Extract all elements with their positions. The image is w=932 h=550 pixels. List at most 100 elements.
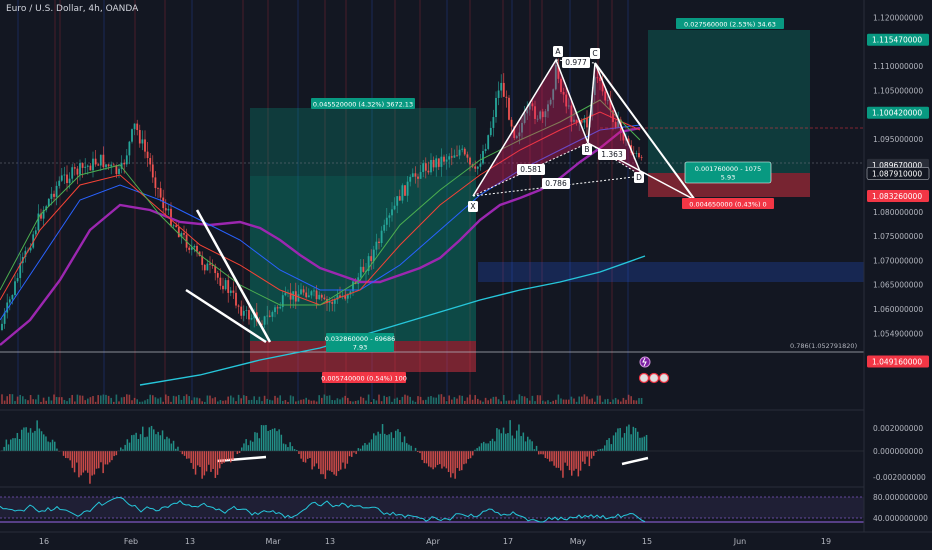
volume-bar [432,397,435,404]
volume-bar [599,395,601,404]
volume-bar [284,400,287,404]
candle-body [159,188,162,198]
candle-body [58,180,61,186]
candle-body [328,302,331,303]
macd-bar [5,439,8,451]
macd-bar [326,451,329,471]
candle-body [383,224,386,231]
macd-bar [557,451,560,468]
candle-body [55,185,58,197]
volume-bar [248,400,250,404]
volume-bar [536,395,539,404]
volume-bar [336,398,339,404]
volume-bar [22,396,24,404]
macd-bar [87,451,89,473]
volume-bar [557,394,560,404]
macd-bar [573,451,575,471]
volume-bar [1,394,3,404]
macd-bar [38,428,41,451]
trading-chart[interactable]: X A B C D 0.581 0.977 1.363 0.786 0.045520000 (4… [0,0,932,550]
volume-bar [193,397,196,404]
volume-bar [292,396,294,404]
macd-bar [80,451,82,476]
macd-bar [443,451,445,467]
volume-bar [451,399,453,404]
candle-body [427,170,430,173]
volume-bar [640,397,643,404]
symbol-title: Euro / U.S. Dollar, 4h, OANDA [6,4,139,14]
candle-body [417,176,419,179]
volume-bar [84,400,86,404]
candle-body [232,290,235,293]
volume-bar [583,394,586,404]
macd-bar [406,443,408,451]
macd-tick-label: 0.002000000 [873,424,923,433]
volume-bar [178,394,180,404]
macd-bar [540,451,542,455]
price-axis[interactable]: 1.120000000 1.115470000 1.110000000 1.10500… [863,0,932,532]
macd-bar [181,451,184,455]
candle-body [404,185,406,196]
volume-bar [417,396,419,404]
macd-bar [210,451,212,472]
volume-bar [331,400,333,404]
macd-bar [513,438,516,451]
macd-bar [511,435,514,451]
flag-us-icon-3[interactable] [658,372,670,384]
macd-bar [524,441,527,451]
time-tick-label: May [570,537,587,546]
macd-bar [520,436,522,451]
candle-body [461,148,464,150]
volume-bar [339,399,341,404]
candle-body [495,97,497,118]
macd-bar [579,451,582,471]
time-axis[interactable]: 16 Feb 13 Mar 13 Apr 17 May 15 Jun 19 [0,531,932,550]
candle-body [505,96,508,98]
candle-body [133,123,136,130]
candle-body [237,305,240,307]
macd-bar [144,437,146,451]
macd-bar [628,424,630,451]
macd-bar [192,451,195,469]
volume-bar [594,401,596,404]
candle-body [393,205,396,210]
volume-bar [66,401,68,404]
macd-bar [287,447,289,451]
volume-bar [313,400,315,404]
price-tick-label: 1.083260000 [872,192,922,201]
macd-bar [335,451,338,476]
macd-bar [518,424,520,451]
macd-bar [549,451,551,462]
candle-body [271,312,274,317]
macd-bar [447,451,450,473]
volume-bar [542,400,544,404]
volume-bar [253,396,255,404]
macd-bar [139,434,142,451]
flag-us-icon-1[interactable] [638,372,650,384]
volume-bar [513,400,515,404]
macd-bar [639,437,641,451]
macd-bar [340,451,342,470]
flag-us-icon-2[interactable] [648,372,660,384]
macd-bar [531,441,533,451]
macd-bar [621,437,624,451]
macd-bar [551,451,553,462]
macd-bar [577,451,580,477]
volume-bar [266,398,268,404]
macd-bar [293,449,296,451]
volume-bar [555,399,557,404]
candle-body [154,177,157,189]
volume-bar [115,394,118,404]
volume-bar [227,396,229,404]
macd-bar [91,451,93,476]
pattern-point-D: D [636,173,642,182]
candle-body [86,165,89,167]
volume-bar [544,401,547,404]
volume-bar [206,395,209,404]
volume-bar [297,400,300,404]
macd-bar [364,443,366,451]
volume-bar [495,396,497,404]
volume-bar [399,400,401,404]
macd-bar [485,443,487,451]
macd-bar [7,444,10,451]
